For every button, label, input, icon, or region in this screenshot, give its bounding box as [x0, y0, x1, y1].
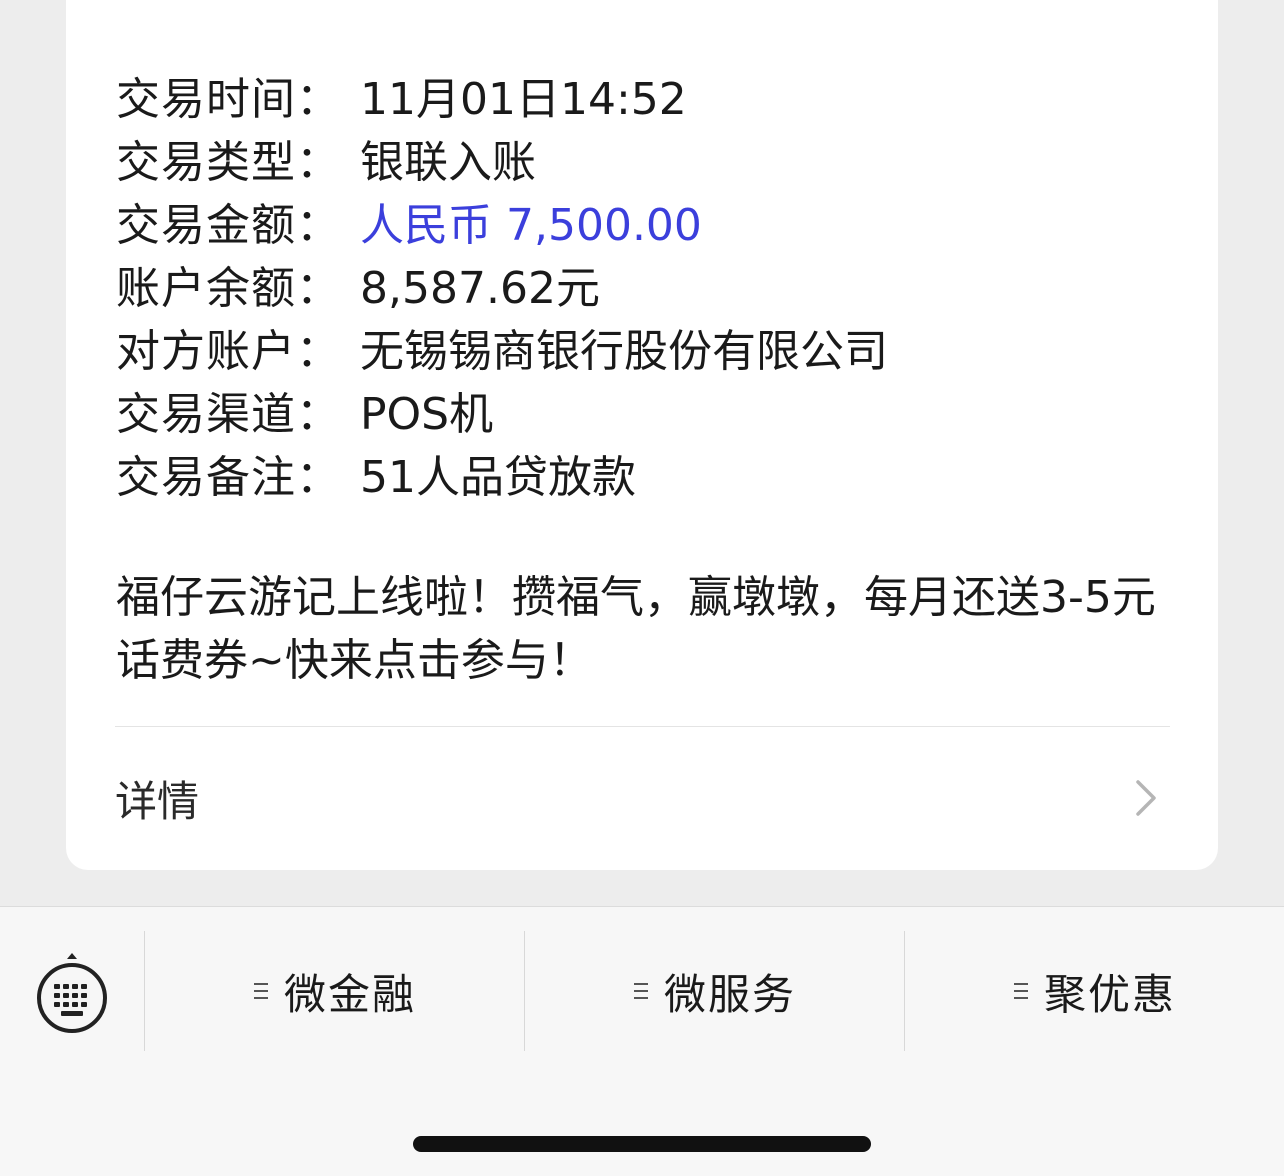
- row-value: 8,587.62元: [360, 262, 600, 314]
- menu-lines-icon: [633, 983, 648, 999]
- menu-label: 微金融: [283, 969, 416, 1019]
- row-value: 银联入账: [360, 136, 536, 188]
- row-transaction-remark: 交易备注： 51人品贷放款: [116, 441, 888, 504]
- menu-weijinrong[interactable]: 微金融: [144, 931, 525, 1051]
- transaction-details: 交易时间： 11月01日14:52 交易类型： 银联入账 交易金额： 人民币 7…: [116, 63, 888, 504]
- details-link[interactable]: 详情: [115, 727, 1170, 869]
- row-transaction-channel: 交易渠道： POS机: [116, 378, 888, 441]
- message-card: 交易时间： 11月01日14:52 交易类型： 银联入账 交易金额： 人民币 7…: [66, 0, 1218, 870]
- bottom-menu-bar: 微金融 微服务 聚优惠: [0, 906, 1284, 1176]
- chevron-right-icon: [1136, 780, 1156, 816]
- home-indicator[interactable]: [413, 1136, 871, 1152]
- row-label: 交易类型：: [116, 136, 341, 188]
- details-label: 详情: [115, 776, 200, 826]
- row-transaction-type: 交易类型： 银联入账: [116, 126, 888, 189]
- menu-label: 聚优惠: [1043, 969, 1176, 1019]
- menu-weifuwu[interactable]: 微服务: [524, 931, 905, 1051]
- row-transaction-amount: 交易金额： 人民币 7,500.00: [116, 189, 888, 252]
- row-label: 交易金额：: [116, 199, 341, 251]
- row-label: 账户余额：: [116, 262, 341, 314]
- promo-text: 福仔云游记上线啦！攒福气，赢墩墩，每月还送3-5元话费券~快来点击参与！: [116, 572, 1156, 686]
- row-label: 对方账户：: [116, 325, 341, 377]
- row-label: 交易渠道：: [116, 388, 341, 440]
- row-counterparty-account: 对方账户： 无锡锡商银行股份有限公司: [116, 315, 888, 378]
- row-account-balance: 账户余额： 8,587.62元: [116, 252, 888, 315]
- menu-lines-icon: [253, 983, 268, 999]
- row-value: 11月01日14:52: [360, 73, 687, 125]
- menu-juyouhui[interactable]: 聚优惠: [904, 931, 1284, 1051]
- row-value: 无锡锡商银行股份有限公司: [360, 325, 888, 377]
- row-value: 51人品贷放款: [360, 451, 636, 503]
- row-value: POS机: [360, 388, 494, 440]
- menu-label: 微服务: [663, 969, 796, 1019]
- row-transaction-time: 交易时间： 11月01日14:52: [116, 63, 888, 126]
- amount-value: 人民币 7,500.00: [360, 199, 702, 251]
- row-label: 交易时间：: [116, 73, 341, 125]
- keyboard-icon[interactable]: [36, 953, 108, 1033]
- menu-lines-icon: [1013, 983, 1028, 999]
- row-label: 交易备注：: [116, 451, 341, 503]
